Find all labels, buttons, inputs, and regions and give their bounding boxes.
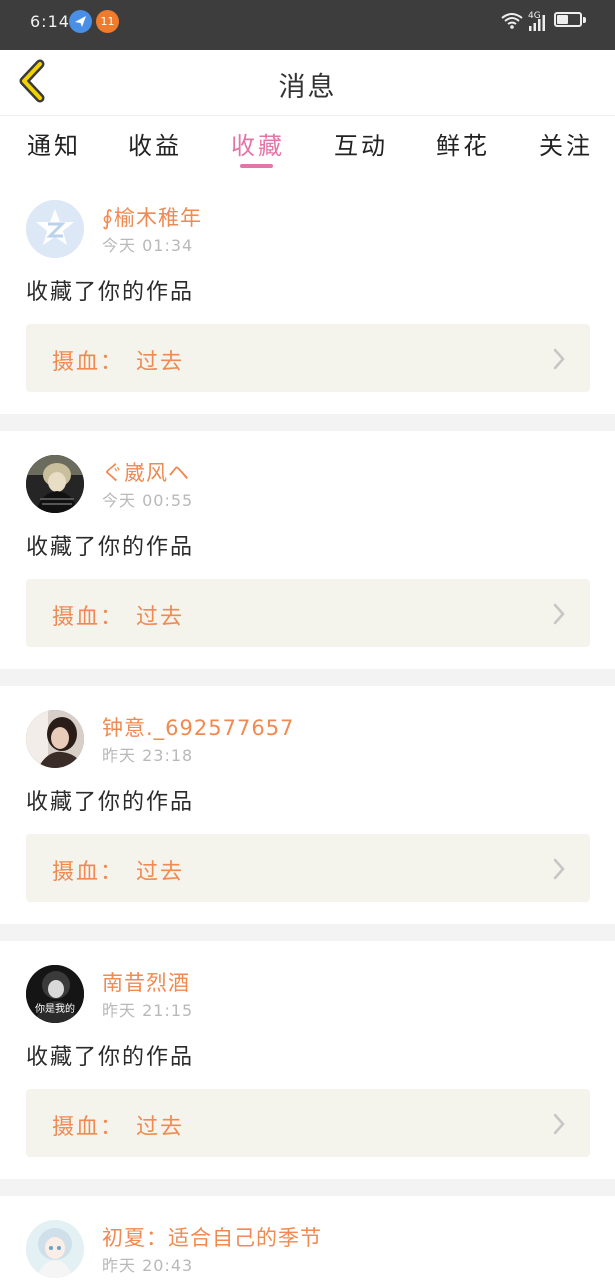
notification-count-badge: 11 (96, 10, 119, 33)
page-title: 消息 (278, 72, 337, 103)
work-prefix: 摄血： (52, 605, 125, 630)
timestamp: 昨天 20:43 (102, 1256, 194, 1275)
work-title: 过去 (136, 1115, 185, 1140)
send-icon (69, 10, 92, 33)
avatar[interactable]: 你是我的 (26, 965, 84, 1023)
active-tab-indicator (240, 164, 273, 168)
tab-favorites[interactable]: 收藏 (213, 126, 303, 161)
tab-notifications[interactable]: 通知 (9, 126, 99, 161)
work-link[interactable]: 摄血： 过去 (26, 1089, 590, 1157)
chevron-right-icon (553, 858, 565, 880)
action-text: 收藏了你的作品 (26, 790, 195, 815)
status-time: 6:14 (30, 12, 70, 31)
action-text: 收藏了你的作品 (26, 1045, 195, 1070)
tab-bar: 通知 收益 收藏 互动 鲜花 关注 (0, 116, 615, 176)
chevron-right-icon (553, 603, 565, 625)
header: 消息 (0, 50, 615, 116)
work-link[interactable]: 摄血： 过去 (26, 324, 590, 392)
timestamp: 今天 00:55 (102, 491, 194, 510)
message-card: ぐ崴风ヘ 今天 00:55 收藏了你的作品 摄血： 过去 (0, 435, 615, 673)
avatar[interactable] (26, 455, 84, 513)
work-prefix: 摄血： (52, 860, 125, 885)
username[interactable]: 钟意._692577657 (102, 712, 294, 742)
battery-icon (554, 12, 582, 27)
chevron-right-icon (553, 348, 565, 370)
work-prefix: 摄血： (52, 1115, 125, 1140)
status-bar: 6:14 11 4G (0, 0, 615, 50)
avatar[interactable] (26, 710, 84, 768)
work-link[interactable]: 摄血： 过去 (26, 579, 590, 647)
work-title: 过去 (136, 860, 185, 885)
work-link[interactable]: 摄血： 过去 (26, 834, 590, 902)
divider (0, 1179, 615, 1196)
work-title: 过去 (136, 350, 185, 375)
avatar-caption: 你是我的 (35, 1004, 75, 1015)
work-title: 过去 (136, 605, 185, 630)
tab-following[interactable]: 关注 (521, 126, 611, 161)
username[interactable]: ∮榆木稚年 (102, 202, 202, 232)
message-card: ∮榆木稚年 今天 01:34 收藏了你的作品 摄血： 过去 (0, 180, 615, 418)
work-prefix: 摄血： (52, 350, 125, 375)
message-card: 你是我的 南昔烈酒 昨天 21:15 收藏了你的作品 摄血： 过去 (0, 945, 615, 1183)
avatar[interactable] (26, 200, 84, 258)
tab-earnings[interactable]: 收益 (110, 126, 200, 161)
avatar[interactable] (26, 1220, 84, 1278)
username[interactable]: ぐ崴风ヘ (102, 457, 190, 487)
tab-interactions[interactable]: 互动 (316, 126, 406, 161)
username[interactable]: 南昔烈酒 (102, 967, 190, 997)
timestamp: 今天 01:34 (102, 236, 194, 255)
timestamp: 昨天 23:18 (102, 746, 194, 765)
signal-icon (528, 14, 548, 36)
message-card: 钟意._692577657 昨天 23:18 收藏了你的作品 摄血： 过去 (0, 690, 615, 928)
tab-flowers[interactable]: 鲜花 (418, 126, 508, 161)
username[interactable]: 初夏：适合自己的季节 (102, 1222, 322, 1252)
action-text: 收藏了你的作品 (26, 535, 195, 560)
timestamp: 昨天 21:15 (102, 1001, 194, 1020)
wifi-icon (500, 11, 524, 35)
divider (0, 414, 615, 431)
message-card: 初夏：适合自己的季节 昨天 20:43 (0, 1200, 615, 1280)
chevron-right-icon (553, 1113, 565, 1135)
divider (0, 924, 615, 941)
divider (0, 669, 615, 686)
action-text: 收藏了你的作品 (26, 280, 195, 305)
